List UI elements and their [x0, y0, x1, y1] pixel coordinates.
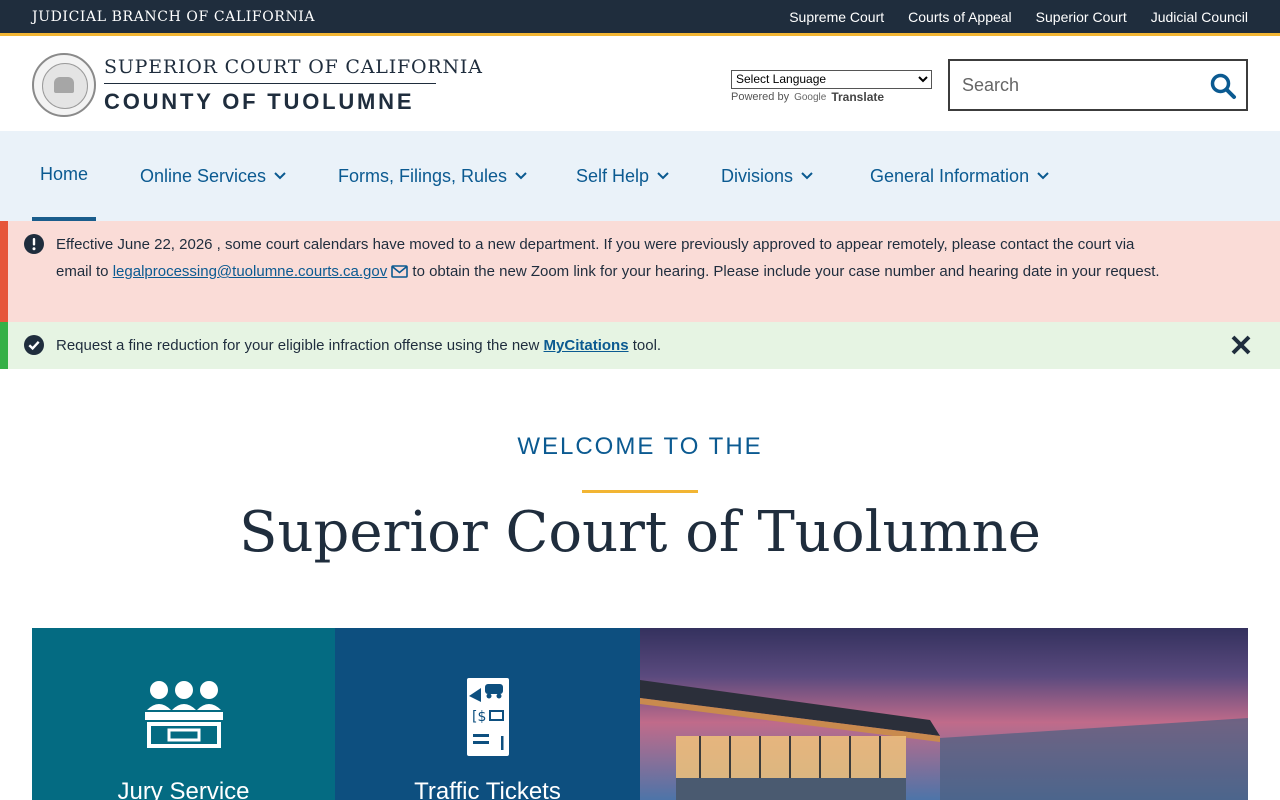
language-select[interactable]: Select Language [731, 69, 932, 89]
top-link-judicial-council[interactable]: Judicial Council [1151, 9, 1248, 25]
chevron-down-icon [801, 172, 813, 180]
nav-item-label: Forms, Filings, Rules [338, 165, 508, 186]
alert-text-part2: to obtain the new Zoom link for your hea… [408, 263, 1160, 280]
nav-item-label: Divisions [721, 165, 794, 186]
tile-label: Jury Service [117, 778, 250, 800]
alert-green-text2: tool. [628, 337, 662, 354]
search-box [948, 59, 1248, 111]
main-navigation: Home Online Services Forms, Filings, Rul… [0, 131, 1280, 221]
alert-mycitations-message: Request a fine reduction for your eligib… [56, 332, 1166, 359]
jury-icon [144, 681, 223, 748]
logo-title-line2[interactable]: COUNTY OF TUOLUMNE [104, 89, 414, 115]
nav-item-home[interactable]: Home [32, 131, 97, 221]
google-translate-credit: Powered by Google Translate [731, 90, 884, 104]
nav-item-divisions[interactable]: Divisions [721, 131, 813, 221]
alert-effective-date: Effective June 22, 2026 [56, 236, 213, 253]
top-links: Supreme Court Courts of Appeal Superior … [789, 9, 1248, 25]
alert-green-text1: Request a fine reduction for your eligib… [56, 337, 544, 354]
site-header: SUPERIOR COURT OF CALIFORNIA COUNTY OF T… [0, 39, 1280, 131]
nav-item-forms-filings-rules[interactable]: Forms, Filings, Rules [338, 131, 527, 221]
search-input[interactable] [962, 73, 1192, 97]
close-icon[interactable] [1230, 334, 1252, 356]
nav-item-general-information[interactable]: General Information [870, 131, 1049, 221]
welcome-kicker: WELCOME TO THE [517, 433, 763, 460]
top-utility-bar: JUDICIAL BRANCH OF CALIFORNIA Supreme Co… [0, 0, 1280, 36]
top-link-supreme-court[interactable]: Supreme Court [789, 9, 884, 25]
logo-title-line1[interactable]: SUPERIOR COURT OF CALIFORNIA [104, 56, 483, 78]
chevron-down-icon [274, 172, 286, 180]
top-link-superior-court[interactable]: Superior Court [1036, 9, 1127, 25]
traffic-ticket-icon: [$ [466, 678, 509, 756]
google-logo: Google [794, 91, 827, 103]
search-icon [1210, 73, 1236, 99]
tile-traffic-tickets[interactable]: [$ Traffic Tickets [335, 628, 640, 800]
search-button[interactable] [1208, 71, 1238, 101]
logo-divider [104, 83, 436, 84]
top-link-courts-of-appeal[interactable]: Courts of Appeal [908, 9, 1012, 25]
svg-text:[$: [$ [472, 709, 486, 725]
courthouse-hero-image [640, 628, 1248, 800]
translate-link[interactable]: Translate [831, 90, 884, 104]
mycitations-link[interactable]: MyCitations [544, 337, 629, 354]
courthouse-illustration [640, 680, 1248, 800]
page-title: Superior Court of Tuolumne [239, 500, 1041, 565]
chevron-down-icon [657, 172, 669, 180]
welcome-divider [582, 490, 698, 493]
judicial-branch-label: JUDICIAL BRANCH OF CALIFORNIA [32, 9, 316, 25]
nav-item-label: Home [40, 163, 89, 184]
court-seal-icon[interactable] [32, 53, 96, 117]
nav-item-label: Self Help [576, 165, 650, 186]
nav-item-online-services[interactable]: Online Services [140, 131, 286, 221]
envelope-icon [391, 265, 409, 278]
exclamation-circle-icon [24, 234, 44, 254]
chevron-down-icon [1037, 172, 1049, 180]
check-circle-icon [24, 335, 44, 355]
alert-calendar-change: Effective June 22, 2026 , some court cal… [0, 221, 1280, 322]
nav-item-label: Online Services [140, 165, 267, 186]
language-selector: Select Language [731, 68, 932, 89]
email-link[interactable]: legalprocessing@tuolumne.courts.ca.gov [113, 263, 388, 280]
powered-by-label: Powered by [731, 91, 790, 103]
alert-calendar-message: Effective June 22, 2026 , some court cal… [56, 231, 1166, 285]
nav-item-self-help[interactable]: Self Help [576, 131, 669, 221]
nav-item-label: General Information [870, 165, 1030, 186]
tile-label: Traffic Tickets [414, 778, 561, 800]
alert-mycitations: Request a fine reduction for your eligib… [0, 322, 1280, 369]
tile-jury-service[interactable]: Jury Service [32, 628, 335, 800]
chevron-down-icon [515, 172, 527, 180]
